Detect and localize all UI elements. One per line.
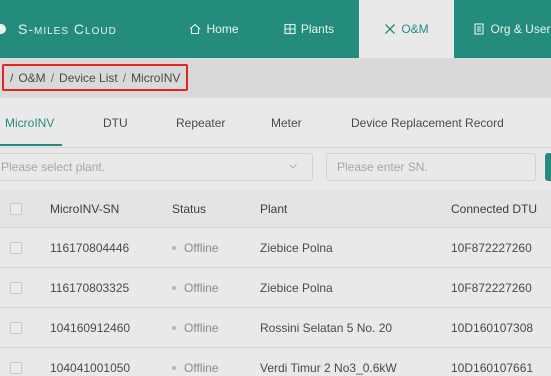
cell-plant: Verdi Timur 2 No3_0.6kW <box>260 360 397 375</box>
nav-om[interactable]: O&M <box>359 0 454 58</box>
status-dot-icon <box>172 365 176 370</box>
table-header: MicroINV-SN Status Plant Connected DTU <box>0 190 551 228</box>
cell-sn: 116170804446 <box>50 240 130 255</box>
chevron-down-icon <box>289 164 297 169</box>
cell-sn: 104041001050 <box>50 360 131 375</box>
breadcrumb: / O&M / Device List / MicroINV <box>2 64 188 91</box>
row-checkbox[interactable] <box>10 321 22 334</box>
breadcrumb-lead-separator: / <box>10 70 14 85</box>
status-text: Offline <box>184 240 219 255</box>
tab-microinv[interactable]: MicroINV <box>5 98 54 148</box>
table-row[interactable]: 104160912460 Offline Rossini Selatan 5 N… <box>0 308 551 348</box>
table-row[interactable]: 116170803325 Offline Ziebice Polna 10F87… <box>0 268 551 308</box>
cell-plant: Ziebice Polna <box>260 240 333 255</box>
tab-repeater[interactable]: Repeater <box>176 98 225 148</box>
column-header-sn: MicroINV-SN <box>50 201 120 216</box>
plant-select-placeholder: Please select plant. <box>1 160 106 174</box>
breadcrumb-bar: / O&M / Device List / MicroINV <box>0 58 551 98</box>
status-text: Offline <box>184 280 219 295</box>
tab-meter[interactable]: Meter <box>271 98 302 148</box>
grid-icon <box>284 23 296 35</box>
search-button[interactable] <box>545 153 551 181</box>
cell-sn: 116170803325 <box>50 280 130 295</box>
tab-dtu[interactable]: DTU <box>103 98 128 148</box>
status-dot-icon <box>172 245 176 250</box>
nav-home-label: Home <box>206 22 239 36</box>
breadcrumb-item-om[interactable]: O&M <box>18 71 45 85</box>
nav-org-user[interactable]: Org & User <box>462 0 551 58</box>
breadcrumb-separator: / <box>50 70 55 85</box>
cell-status: Offline <box>172 268 218 307</box>
status-dot-icon <box>172 325 176 330</box>
column-header-plant: Plant <box>260 201 288 216</box>
breadcrumb-item-microinv: MicroINV <box>131 70 181 85</box>
table-row[interactable]: 116170804446 Offline Ziebice Polna 10F87… <box>0 228 551 268</box>
active-tab-indicator <box>0 144 62 146</box>
nav-org-user-label: Org & User <box>490 22 551 36</box>
brand-logo[interactable]: S-miles Cloud <box>0 0 117 58</box>
cell-plant: Ziebice Polna <box>260 280 333 295</box>
document-icon <box>474 23 485 35</box>
cell-sn: 104160912460 <box>50 320 131 335</box>
column-header-connected-dtu: Connected DTU <box>451 201 538 216</box>
nav-plants-label: Plants <box>300 22 335 36</box>
brand-name: S-miles Cloud <box>18 21 117 37</box>
column-header-status: Status <box>172 201 207 216</box>
row-checkbox[interactable] <box>10 241 22 254</box>
sn-search-input[interactable] <box>326 153 536 181</box>
row-checkbox[interactable] <box>10 361 22 374</box>
cell-plant: Rossini Selatan 5 No. 20 <box>260 320 393 335</box>
cell-connected-dtu: 10D160107308 <box>451 320 534 335</box>
home-icon <box>190 23 201 35</box>
top-nav-bar: S-miles Cloud Home Plants O&M Org & User <box>0 0 551 58</box>
logo-mark-icon <box>0 24 6 34</box>
status-text: Offline <box>184 360 219 375</box>
select-all-checkbox[interactable] <box>10 202 22 215</box>
status-text: Offline <box>184 320 219 335</box>
breadcrumb-item-device-list[interactable]: Device List <box>59 71 118 85</box>
status-dot-icon <box>172 285 176 290</box>
cell-connected-dtu: 10F872227260 <box>451 240 532 255</box>
filter-bar: Please select plant. <box>0 148 551 188</box>
plant-select[interactable]: Please select plant. <box>0 153 313 181</box>
cell-connected-dtu: 10F872227260 <box>451 280 532 295</box>
tab-device-replacement-record[interactable]: Device Replacement Record <box>351 98 504 148</box>
device-type-tabs: MicroINV DTU Repeater Meter Device Repla… <box>0 98 551 148</box>
table-row[interactable]: 104041001050 Offline Verdi Timur 2 No3_0… <box>0 348 551 376</box>
nav-om-label: O&M <box>401 22 429 36</box>
nav-plants[interactable]: Plants <box>268 0 350 58</box>
nav-home[interactable]: Home <box>173 0 255 58</box>
breadcrumb-separator: / <box>122 70 127 85</box>
cell-connected-dtu: 10D160107661 <box>451 360 534 375</box>
cell-status: Offline <box>172 348 218 376</box>
cell-status: Offline <box>172 308 218 347</box>
row-checkbox[interactable] <box>10 281 22 294</box>
cell-status: Offline <box>172 228 218 267</box>
device-table: MicroINV-SN Status Plant Connected DTU 1… <box>0 190 551 376</box>
tools-icon <box>385 24 396 34</box>
